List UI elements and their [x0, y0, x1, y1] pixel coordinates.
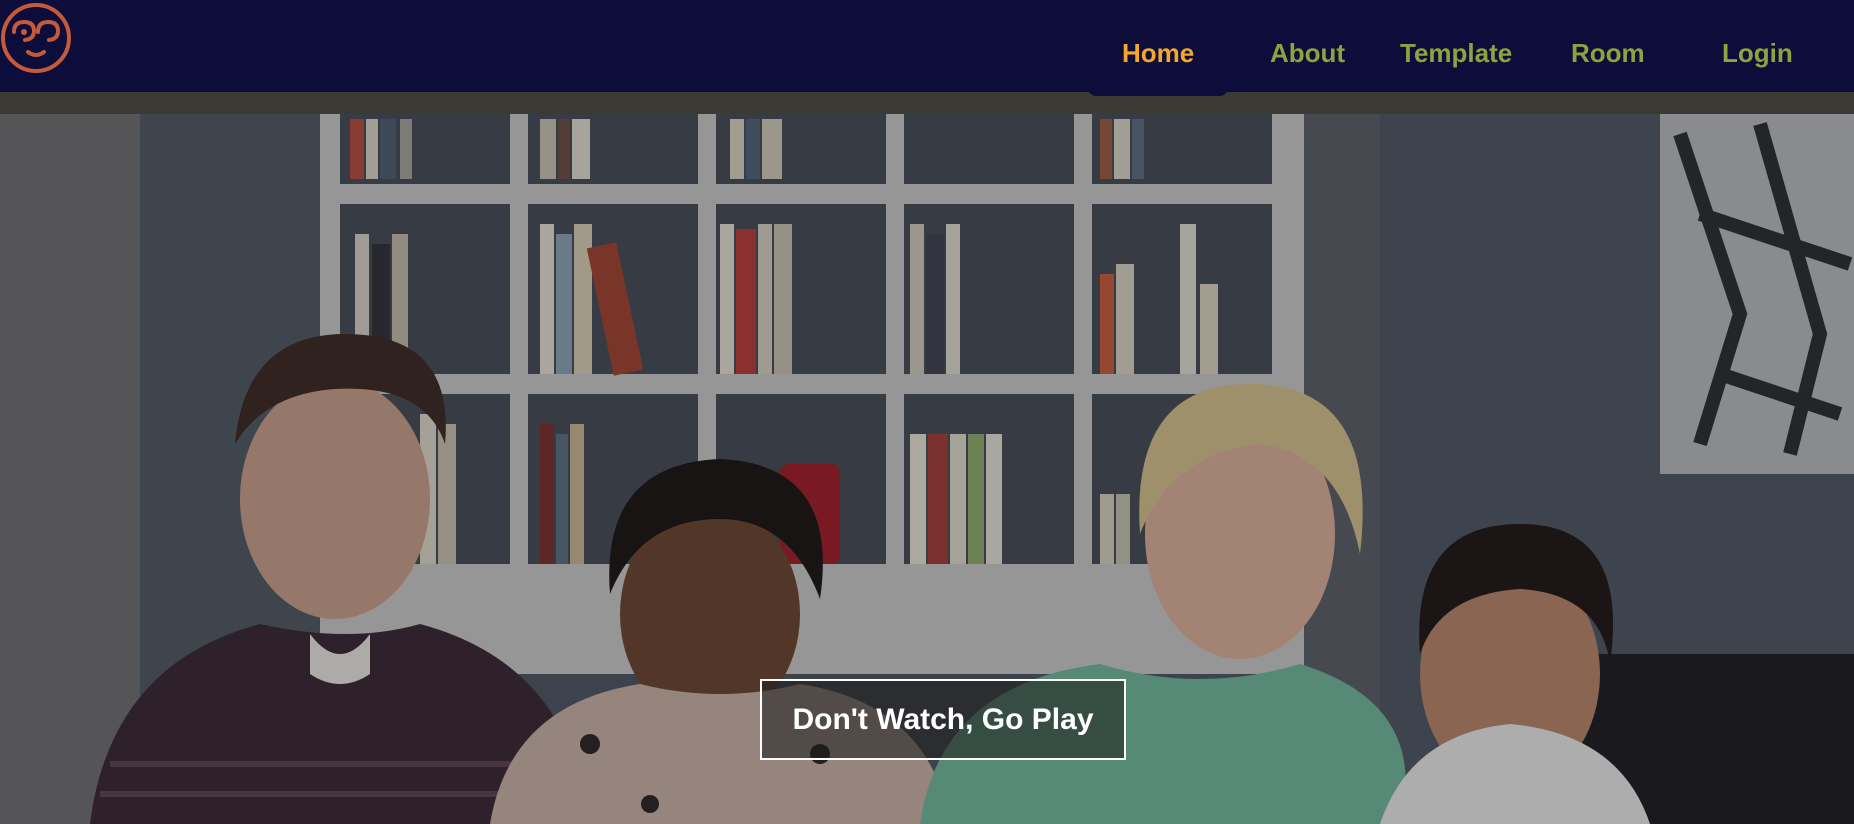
top-navbar: Home About Template Room Login — [0, 0, 1854, 92]
nav-template-link[interactable]: Template — [1400, 40, 1512, 66]
active-tab-indicator — [1088, 70, 1228, 96]
hero-cta-button[interactable]: Don't Watch, Go Play — [760, 679, 1126, 760]
nav-home-link[interactable]: Home — [1122, 40, 1194, 66]
site-logo-icon[interactable] — [0, 2, 72, 74]
navbar-shadow — [0, 92, 1854, 114]
nav-about-link[interactable]: About — [1270, 40, 1345, 66]
nav-room-link[interactable]: Room — [1571, 40, 1645, 66]
nav-login-link[interactable]: Login — [1722, 40, 1793, 66]
